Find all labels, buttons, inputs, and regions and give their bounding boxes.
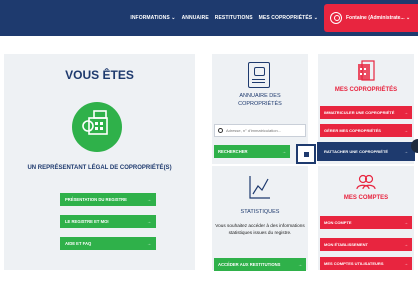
stats-title: STATISTIQUES bbox=[240, 209, 280, 215]
button-label: IMMATRICULER UNE COPROPRIÉTÉ bbox=[324, 110, 395, 115]
presentation-registre-button[interactable]: PRÉSENTATION DU REGISTRE → bbox=[60, 193, 156, 206]
button-label: ACCÉDER AUX RESTITUTIONS bbox=[218, 262, 281, 267]
mon-compte-button[interactable]: MON COMPTE → bbox=[320, 216, 412, 229]
top-navigation-bar: INFORMATIONS ⌄ ANNUAIRE RESTITUTIONS MES… bbox=[0, 0, 418, 36]
restitutions-button[interactable]: ACCÉDER AUX RESTITUTIONS → bbox=[214, 258, 306, 271]
building-icon bbox=[72, 102, 122, 152]
registre-et-moi-button[interactable]: LE REGISTRE ET MOI → bbox=[60, 215, 156, 228]
user-menu-button[interactable]: Fontaine (Administrate... ⌄ bbox=[324, 4, 418, 32]
arrow-right-icon: → bbox=[404, 261, 408, 266]
search-icon bbox=[218, 128, 223, 133]
arrow-right-icon: → bbox=[404, 128, 408, 133]
comptes-utilisateurs-button[interactable]: MES COMPTES UTILISATEURS → bbox=[320, 257, 412, 270]
user-menu-label: Fontaine (Administrate... ⌄ bbox=[346, 15, 411, 21]
arrow-right-icon: → bbox=[404, 220, 408, 225]
annuaire-title-line2: COPROPRIÉTÉS bbox=[238, 101, 282, 107]
mon-etablissement-button[interactable]: MON ÉTABLISSEMENT → bbox=[320, 238, 412, 251]
user-icon bbox=[330, 12, 342, 24]
arrow-right-icon: → bbox=[146, 197, 151, 202]
role-subtitle: UN REPRÉSENTANT LÉGAL DE COPROPRIÉTÉ(S) bbox=[27, 165, 172, 171]
button-label: MON COMPTE bbox=[324, 220, 352, 225]
arrow-right-icon: → bbox=[404, 149, 408, 154]
nav-informations[interactable]: INFORMATIONS ⌄ bbox=[130, 15, 175, 21]
arrow-right-icon: → bbox=[146, 241, 151, 246]
button-label: GÉRER MES COPROPRIÉTÉS bbox=[324, 128, 381, 133]
nav-annuaire[interactable]: ANNUAIRE bbox=[182, 15, 209, 21]
arrow-right-icon: → bbox=[146, 219, 151, 224]
main-nav: INFORMATIONS ⌄ ANNUAIRE RESTITUTIONS MES… bbox=[130, 0, 318, 36]
chart-icon bbox=[249, 176, 270, 199]
button-label: PRÉSENTATION DU REGISTRE bbox=[65, 197, 127, 202]
coproprietes-card: MES COPROPRIÉTÉS IMMATRICULER UNE COPROP… bbox=[318, 54, 414, 164]
aide-faq-button[interactable]: AIDE ET FAQ → bbox=[60, 237, 156, 250]
immatriculer-button[interactable]: IMMATRICULER UNE COPROPRIÉTÉ → bbox=[320, 106, 412, 119]
role-title: VOUS ÊTES bbox=[65, 68, 134, 82]
gerer-button[interactable]: GÉRER MES COPROPRIÉTÉS → bbox=[320, 124, 412, 137]
statistiques-card: STATISTIQUES Vous souhaitez accéder à de… bbox=[212, 166, 308, 271]
comptes-card: MES COMPTES MON COMPTE → MON ÉTABLISSEME… bbox=[318, 166, 414, 270]
button-label: MES COMPTES UTILISATEURS bbox=[324, 261, 384, 266]
nav-mes-coproprietes[interactable]: MES COPROPRIÉTÉS ⌄ bbox=[259, 15, 318, 21]
coproprietes-title: MES COPROPRIÉTÉS bbox=[334, 87, 398, 93]
arrow-right-icon: → bbox=[404, 242, 408, 247]
directory-icon bbox=[248, 62, 270, 88]
arrow-right-icon: → bbox=[297, 262, 302, 267]
annuaire-card: ANNUAIRE DES COPROPRIÉTÉS RECHERCHER → bbox=[212, 54, 308, 164]
search-field[interactable] bbox=[214, 124, 306, 137]
comptes-title: MES COMPTES bbox=[343, 195, 389, 201]
arrow-right-icon: → bbox=[281, 149, 286, 154]
cursor-icon bbox=[411, 139, 418, 153]
button-label: RATTACHER UNE COPROPRIÉTÉ bbox=[324, 149, 389, 154]
annuaire-title-line1: ANNUAIRE DES bbox=[239, 93, 281, 99]
button-label: MON ÉTABLISSEMENT bbox=[324, 242, 368, 247]
focus-indicator bbox=[296, 144, 316, 164]
stats-description: Vous souhaitez accéder à des information… bbox=[215, 223, 305, 235]
nav-restitutions[interactable]: RESTITUTIONS bbox=[215, 15, 253, 21]
users-icon bbox=[356, 174, 376, 190]
role-card: VOUS ÊTES UN REPRÉSENTANT LÉGAL DE COPRO… bbox=[4, 54, 195, 270]
apartment-icon bbox=[358, 60, 375, 81]
search-button[interactable]: RECHERCHER → bbox=[214, 145, 290, 158]
arrow-right-icon: → bbox=[404, 110, 408, 115]
rattacher-button[interactable]: RATTACHER UNE COPROPRIÉTÉ → bbox=[318, 143, 414, 160]
button-label: LE REGISTRE ET MOI bbox=[65, 219, 109, 224]
button-label: AIDE ET FAQ bbox=[65, 241, 92, 246]
button-label: RECHERCHER bbox=[218, 149, 248, 154]
search-input[interactable] bbox=[225, 128, 305, 133]
